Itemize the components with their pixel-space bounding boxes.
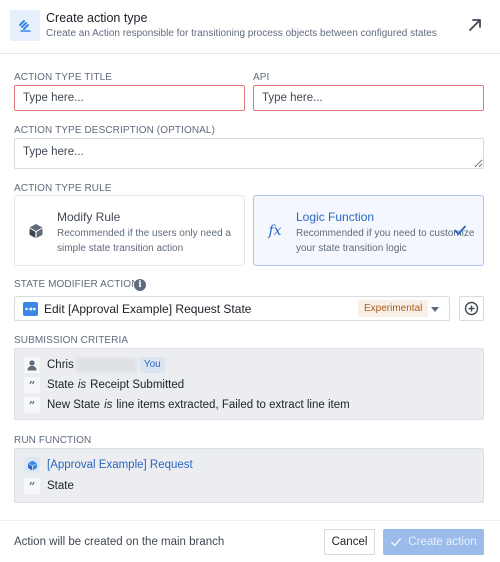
checkmark-icon <box>391 538 402 547</box>
selected-action-text: Edit [Approval Example] Request State <box>44 302 252 316</box>
rule-option-title: Modify Rule <box>57 210 121 224</box>
condition-field: State <box>47 379 74 391</box>
rule-option-description: Recommended if the users only need a sim… <box>57 228 231 254</box>
you-tag: You <box>139 357 165 373</box>
run-function-label: RUN FUNCTION <box>14 435 92 446</box>
object-cube-icon <box>24 457 40 473</box>
submission-criteria-label: SUBMISSION CRITERIA <box>14 335 129 346</box>
description-label: ACTION TYPE DESCRIPTION (OPTIONAL) <box>14 125 216 136</box>
rule-option-title: Logic Function <box>296 210 375 224</box>
dialog-title: Create action type <box>46 11 148 25</box>
action-flow-icon <box>23 302 38 316</box>
condition-operator: is <box>77 379 87 391</box>
rule-option-logic-function[interactable]: fx Logic Function Recommended if you nee… <box>253 195 484 266</box>
quote-icon: ” <box>24 478 40 494</box>
create-action-label: Create action <box>408 536 477 548</box>
caret-down-icon <box>431 307 439 312</box>
arrow-up-right-icon[interactable] <box>466 16 484 34</box>
action-type-title-input[interactable] <box>14 85 245 111</box>
quote-icon: ” <box>24 397 40 413</box>
create-action-button[interactable]: Create action <box>383 529 484 555</box>
cancel-button[interactable]: Cancel <box>324 529 375 555</box>
api-input[interactable] <box>253 85 484 111</box>
dialog-footer: Action will be created on the main branc… <box>0 520 500 562</box>
run-function-object-row: [Approval Example] Request <box>24 457 193 473</box>
checkmark-icon <box>453 223 467 237</box>
branch-note: Action will be created on the main branc… <box>14 536 225 548</box>
property-name: State <box>47 480 74 492</box>
state-modifier-select[interactable]: Edit [Approval Example] Request State Ex… <box>14 296 450 321</box>
criteria-condition-row: ” New State is line items extracted, Fai… <box>24 397 350 413</box>
condition-field: New State <box>47 399 101 411</box>
description-textarea[interactable] <box>14 138 484 169</box>
user-name: Chris <box>47 359 74 371</box>
action-type-title-label: ACTION TYPE TITLE <box>14 72 113 83</box>
run-function-property-row: ” State <box>24 478 74 494</box>
action-type-rule-label: ACTION TYPE RULE <box>14 183 112 194</box>
experimental-badge: Experimental <box>358 300 429 317</box>
criteria-user-row: Chris You <box>24 357 165 373</box>
dialog-header: Create action type Create an Action resp… <box>0 0 500 54</box>
condition-value: line items extracted, Failed to extract … <box>116 399 350 411</box>
info-icon[interactable]: i <box>134 279 146 291</box>
plus-circle-icon <box>464 301 479 316</box>
criteria-condition-row: ” State is Receipt Submitted <box>24 377 184 393</box>
object-type-link[interactable]: [Approval Example] Request <box>47 459 193 471</box>
gavel-icon <box>10 10 40 41</box>
submission-criteria-panel: Chris You ” State is Receipt Submitted ”… <box>14 348 484 420</box>
redacted-surname <box>75 358 136 372</box>
rule-option-modify[interactable]: Modify Rule Recommended if the users onl… <box>14 195 245 266</box>
state-modifier-label: STATE MODIFIER ACTION <box>14 279 139 290</box>
condition-operator: is <box>104 399 113 411</box>
run-function-panel: [Approval Example] Request ” State <box>14 448 484 503</box>
function-icon: fx <box>268 223 282 239</box>
api-label: API <box>253 72 270 83</box>
quote-icon: ” <box>24 377 40 393</box>
add-action-button[interactable] <box>459 296 484 321</box>
condition-value: Receipt Submitted <box>90 379 185 391</box>
user-icon <box>24 357 40 373</box>
cube-icon <box>27 222 45 240</box>
dialog-subtitle: Create an Action responsible for transit… <box>46 28 437 39</box>
